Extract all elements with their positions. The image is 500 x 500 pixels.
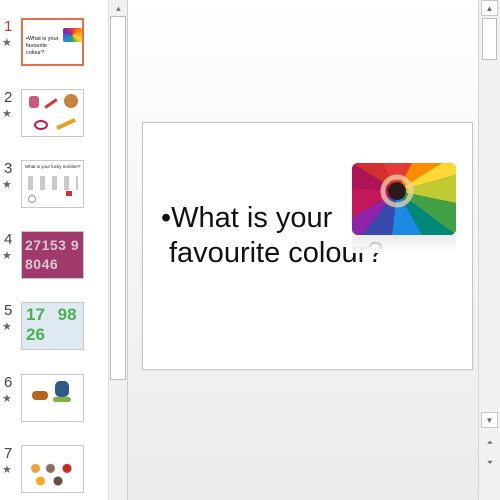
animation-star-icon: ★ <box>2 393 12 405</box>
food-image <box>32 391 48 400</box>
slide-thumbnail-3[interactable]: 3 ★ What is your lucky number? <box>0 160 108 224</box>
slide-thumbnail-frame[interactable] <box>21 89 84 137</box>
next-slide-icon[interactable]: ⏷ <box>482 456 498 470</box>
animation-star-icon: ★ <box>2 321 12 333</box>
bike-image <box>34 120 48 130</box>
scrollbar-thumb[interactable] <box>482 18 497 60</box>
slide-thumbnail-frame[interactable] <box>21 374 84 422</box>
scroll-down-icon[interactable]: ▼ <box>481 412 498 428</box>
slide-text-line-1: •What is your <box>161 202 333 234</box>
clipart-image <box>28 195 36 203</box>
scroll-up-icon[interactable]: ▲ <box>109 0 128 16</box>
plate-image <box>53 397 71 402</box>
slide-thumbnail-4[interactable]: 4 ★ 27153 98046 <box>0 231 108 295</box>
animation-star-icon: ★ <box>2 250 12 262</box>
slide-number: 6 <box>4 374 13 391</box>
animation-star-icon: ★ <box>2 37 12 49</box>
animation-star-icon: ★ <box>2 108 12 120</box>
slide-text-box[interactable]: •What is your favourite colour? <box>161 201 383 271</box>
slide-number: 1 <box>4 18 13 35</box>
slide-editing-area: •What is your favourite colour? <box>128 0 478 500</box>
thumbnail-scrollbar[interactable]: ▲ <box>108 0 128 500</box>
pencil-image <box>44 98 58 109</box>
slide-number: 5 <box>4 302 13 319</box>
slide-thumbnail-frame[interactable]: •What is your favourite colour? <box>21 18 84 66</box>
slide-thumbnail-6[interactable]: 6 ★ <box>0 374 108 438</box>
slide-thumbnail-pane: 1 ★ •What is your favourite colour? 2 ★ … <box>0 0 108 500</box>
slide-thumbnail-5[interactable]: 5 ★ 17 98 26 <box>0 302 108 366</box>
boy-image <box>55 381 69 397</box>
pencils-image <box>63 28 82 42</box>
slide-thumbnail-2[interactable]: 2 ★ <box>0 89 108 153</box>
current-slide[interactable]: •What is your favourite colour? <box>142 122 473 370</box>
thumb-text: What is your lucky number? <box>25 164 81 169</box>
toy-image <box>29 96 39 108</box>
slide-thumbnail-frame[interactable]: 27153 98046 <box>21 231 84 279</box>
slide-thumbnail-1[interactable]: 1 ★ •What is your favourite colour? <box>0 18 108 82</box>
scroll-up-icon[interactable]: ▲ <box>481 0 498 16</box>
slide-scrollbar[interactable]: ▲ ▼ ⏶ ⏷ <box>478 0 500 500</box>
animation-star-icon: ★ <box>2 464 12 476</box>
slide-thumbnail-frame[interactable] <box>21 445 84 493</box>
slide-number: 7 <box>4 445 13 462</box>
scrollbar-thumb[interactable] <box>110 16 126 380</box>
red-number <box>66 191 72 196</box>
thumb-text: •What is your favourite colour? <box>26 36 59 56</box>
thumb-text: 17 98 26 <box>26 305 77 344</box>
ruler-image <box>56 117 76 131</box>
thumb-text: 27153 98046 <box>25 237 80 272</box>
teddy-image <box>64 94 78 108</box>
slide-number: 2 <box>4 89 13 106</box>
animation-star-icon: ★ <box>2 179 12 191</box>
slide-thumbnail-7[interactable]: 7 ★ <box>0 445 108 500</box>
powerpoint-window: 1 ★ •What is your favourite colour? 2 ★ … <box>0 0 500 500</box>
previous-slide-icon[interactable]: ⏶ <box>482 436 498 450</box>
slide-thumbnail-frame[interactable]: What is your lucky number? <box>21 160 84 208</box>
food-images <box>28 460 78 488</box>
colored-pencils-image <box>352 163 456 253</box>
slide-number: 3 <box>4 160 13 177</box>
slide-thumbnail-frame[interactable]: 17 98 26 <box>21 302 84 350</box>
slide-number: 4 <box>4 231 13 248</box>
number-grid <box>28 176 78 190</box>
slide-text-line-2: favourite colour? <box>169 237 384 269</box>
